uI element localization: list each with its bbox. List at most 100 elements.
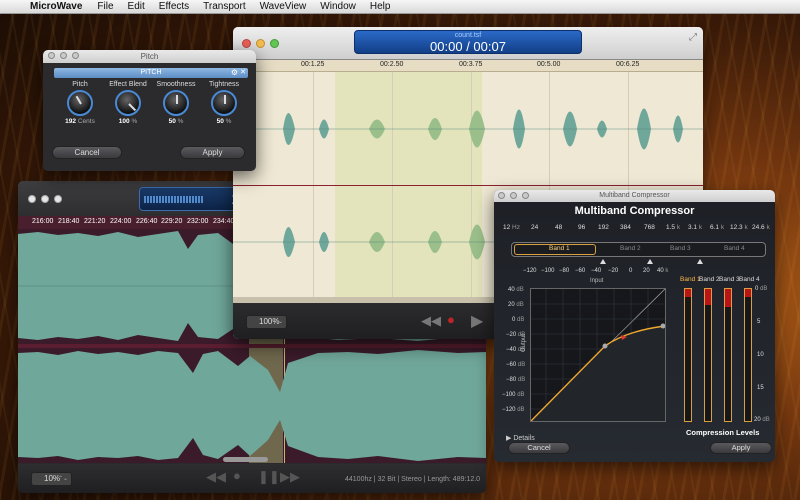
channel-divider: [233, 185, 703, 186]
menu-transport[interactable]: Transport: [196, 1, 252, 12]
window-controls: [28, 195, 62, 203]
minimize-window-button[interactable]: [510, 192, 517, 199]
pause-icon[interactable]: ❚❚: [258, 469, 280, 485]
menu-edit[interactable]: Edit: [121, 1, 152, 12]
band-2-tab[interactable]: Band 2: [620, 245, 641, 252]
crossover-handle-2[interactable]: [647, 259, 653, 264]
knob-value: 50: [216, 118, 224, 125]
close-window-button[interactable]: [28, 195, 36, 203]
cancel-button[interactable]: Cancel: [508, 442, 570, 454]
menu-app-name[interactable]: MicroWave: [26, 1, 90, 12]
band-1-meter-fill: [685, 289, 691, 297]
smoothness-knob[interactable]: [163, 90, 189, 116]
menu-bar: MicroWave File Edit Effects Transport Wa…: [0, 0, 800, 14]
zoom-window-button[interactable]: [270, 39, 279, 48]
zoom-window-button[interactable]: [54, 195, 62, 203]
freq-label: 6.1 k: [710, 224, 725, 231]
compression-curve-graph[interactable]: [530, 288, 666, 422]
band-4-tab[interactable]: Band 4: [724, 245, 745, 252]
freq-label: 24: [531, 224, 539, 231]
knob-row: Pitch 192 Cents Effect Blend 100 % Smoot…: [54, 78, 248, 125]
time-ruler[interactable]: 00:1.25 00:2.50 00:3.75 00:5.00 00:6.25: [233, 60, 703, 72]
fast-forward-icon[interactable]: ▶▶: [280, 469, 300, 485]
window-title: Pitch: [140, 52, 159, 61]
minimize-window-button[interactable]: [41, 195, 49, 203]
band-1-tab[interactable]: Band 1: [549, 245, 570, 252]
pitch-knob[interactable]: [67, 90, 93, 116]
tightness-knob[interactable]: [211, 90, 237, 116]
freq-label: 24.6 k: [752, 224, 770, 231]
freq-label: 48: [555, 224, 563, 231]
knob-value: 50: [168, 118, 176, 125]
zoom-window-button[interactable]: [72, 52, 79, 59]
effect-blend-knob[interactable]: [115, 90, 141, 116]
apply-button[interactable]: Apply: [180, 146, 245, 159]
freq-label: 3.1 k: [688, 224, 703, 231]
close-window-button[interactable]: [498, 192, 505, 199]
close-window-button[interactable]: [242, 39, 251, 48]
threshold-handle: [602, 343, 608, 349]
file-info-status: 44100hz | 32 Bit | Stereo | Length: 489:…: [345, 476, 481, 483]
band-3-tab[interactable]: Band 3: [670, 245, 691, 252]
meter-label-band-1: Band 1: [680, 276, 701, 283]
gear-icon[interactable]: ⚙: [231, 68, 238, 78]
time-readout: 00:00 / 00:07: [430, 39, 506, 54]
close-window-button[interactable]: [48, 52, 55, 59]
horizontal-scrollbar[interactable]: [223, 457, 268, 462]
output-tick: −80 dB: [506, 377, 526, 383]
zoom-window-button[interactable]: [522, 192, 529, 199]
record-icon[interactable]: ●: [233, 468, 241, 483]
output-tick: −120 dB: [502, 407, 525, 413]
compression-meters: Band 1 Band 2 Band 3 Band 4 0 dB 5 10 15…: [680, 276, 770, 423]
fullscreen-icon[interactable]: ⤢: [689, 32, 697, 43]
minimize-window-button[interactable]: [60, 52, 67, 59]
crossover-handle-3[interactable]: [697, 259, 703, 264]
knob-label: Tightness: [208, 81, 240, 88]
cancel-button[interactable]: Cancel: [52, 146, 122, 159]
ruler-tick: 00:3.75: [459, 61, 483, 68]
rewind-icon[interactable]: ◀◀: [421, 313, 441, 329]
waveform-channel-right: [18, 350, 486, 461]
menu-file[interactable]: File: [90, 1, 120, 12]
pitch-titlebar[interactable]: Pitch: [43, 50, 256, 63]
zoom-select[interactable]: 100%: [246, 315, 287, 329]
menu-effects[interactable]: Effects: [152, 1, 196, 12]
multiband-titlebar[interactable]: Multiband Compressor: [494, 190, 775, 202]
main-window-footer: 10% ◀◀ ● ❚❚ ▶▶ 44100hz | 32 Bit | Stereo…: [18, 464, 486, 493]
compression-levels-label: Compression Levels: [686, 428, 760, 437]
ruler-tick: 232:00: [187, 218, 209, 225]
input-tick: 40 k: [657, 268, 669, 274]
ruler-tick: 218:40: [58, 218, 80, 225]
play-icon[interactable]: ▶: [471, 311, 483, 331]
close-icon[interactable]: ✕: [240, 68, 246, 78]
smoothness-knob-group: Smoothness 50 %: [154, 81, 198, 125]
ruler-tick: 00:2.50: [380, 61, 404, 68]
meter-scale-tick: 15: [757, 385, 764, 391]
meter-scale-tick: 10: [757, 352, 764, 358]
panel-title: PITCH: [140, 69, 162, 76]
apply-button[interactable]: Apply: [710, 442, 772, 454]
record-icon[interactable]: ●: [447, 312, 455, 327]
details-disclosure[interactable]: ▶ Details: [506, 434, 535, 442]
effect-blend-knob-group: Effect Blend 100 %: [106, 81, 150, 125]
ruler-tick: 224:00: [110, 218, 132, 225]
band-2-meter: [704, 288, 712, 422]
crossover-handle-1[interactable]: [600, 259, 606, 264]
band-selector[interactable]: Band 1 Band 2 Band 3 Band 4: [511, 242, 766, 257]
knob-value: 192: [65, 118, 77, 125]
rewind-icon[interactable]: ◀◀: [206, 469, 226, 485]
menu-window[interactable]: Window: [313, 1, 363, 12]
menu-help[interactable]: Help: [363, 1, 398, 12]
pitch-window: Pitch PITCH ⚙ ✕ Pitch 192 Cents Effect B…: [43, 50, 256, 171]
level-meter: [144, 196, 204, 203]
knob-value-readout: 192 Cents: [58, 118, 102, 125]
minimize-window-button[interactable]: [256, 39, 265, 48]
menu-waveview[interactable]: WaveView: [253, 1, 314, 12]
multiband-panel: Multiband Compressor 12 Hz 24 48 96 192 …: [494, 202, 775, 462]
meter-label-band-2: Band 2: [699, 276, 720, 283]
input-tick: −100: [541, 268, 555, 274]
zoom-select[interactable]: 10%: [31, 472, 72, 486]
curve-plot: [530, 288, 666, 422]
output-tick: 20 dB: [508, 302, 524, 308]
window-controls: [48, 52, 79, 59]
